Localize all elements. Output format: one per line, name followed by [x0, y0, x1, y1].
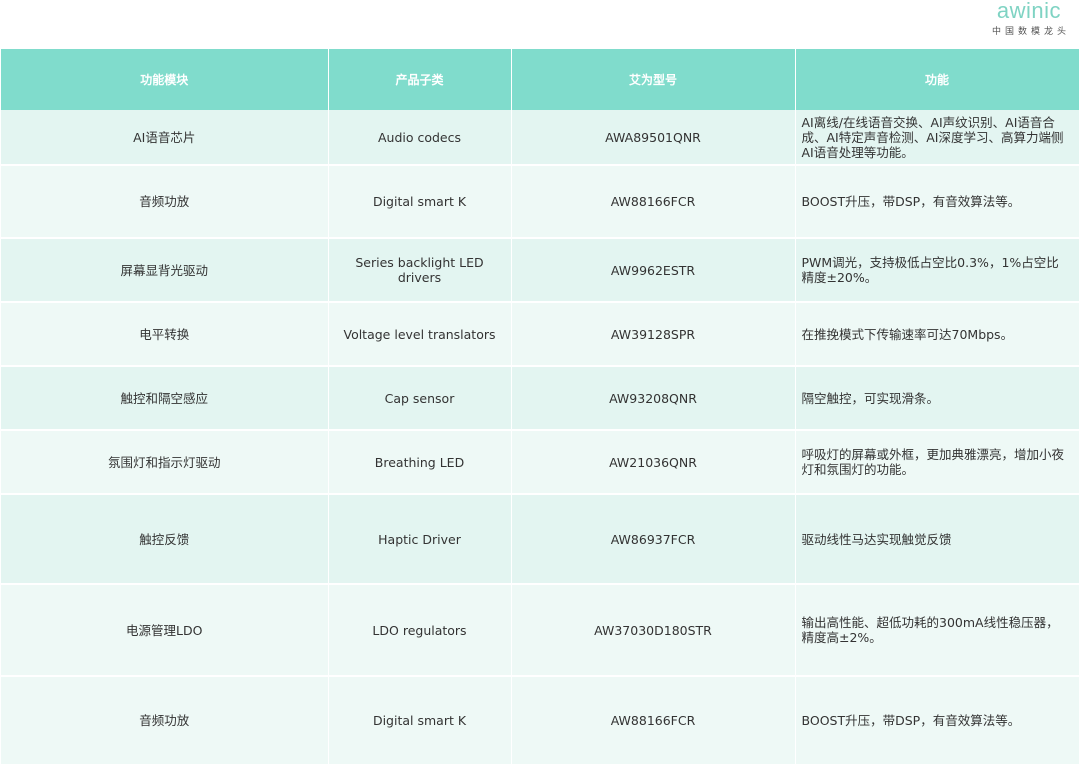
- cell-model: AW39128SPR: [511, 302, 796, 367]
- table-row: 音频功放 Digital smart K AW88166FCR BOOST升压，…: [1, 676, 1080, 766]
- cell-model: AW93208QNR: [511, 366, 796, 431]
- cell-function: 输出高性能、超低功耗的300mA线性稳压器，精度高±2%。: [795, 584, 1080, 677]
- cell-module: 触控反馈: [1, 494, 329, 585]
- header-module: 功能模块: [1, 49, 329, 110]
- cell-subclass: Audio codecs: [328, 110, 512, 166]
- cell-module: 电源管理LDO: [1, 584, 329, 677]
- cell-subclass: Voltage level translators: [328, 302, 512, 367]
- cell-module: 电平转换: [1, 302, 329, 367]
- cell-model: AW86937FCR: [511, 494, 796, 585]
- cell-module: 音频功放: [1, 676, 329, 766]
- cell-model: AW88166FCR: [511, 676, 796, 766]
- cell-model: AWA89501QNR: [511, 110, 796, 166]
- table-row: 氛围灯和指示灯驱动 Breathing LED AW21036QNR 呼吸灯的屏…: [1, 430, 1080, 495]
- header-subclass: 产品子类: [328, 49, 512, 110]
- cell-module: 音频功放: [1, 165, 329, 239]
- cell-model: AW88166FCR: [511, 165, 796, 239]
- cell-module: 氛围灯和指示灯驱动: [1, 430, 329, 495]
- cell-module: 触控和隔空感应: [1, 366, 329, 431]
- table-row: 电平转换 Voltage level translators AW39128SP…: [1, 302, 1080, 367]
- table-row: 触控和隔空感应 Cap sensor AW93208QNR 隔空触控，可实现滑条…: [1, 366, 1080, 431]
- brand-name: awinic: [996, 0, 1062, 23]
- cell-subclass: Digital smart K: [328, 165, 512, 239]
- cell-function: 隔空触控，可实现滑条。: [795, 366, 1080, 431]
- header-function: 功能: [795, 49, 1080, 110]
- cell-function: 呼吸灯的屏幕或外框，更加典雅漂亮，增加小夜灯和氛围灯的功能。: [795, 430, 1080, 495]
- cell-function: 在推挽模式下传输速率可达70Mbps。: [795, 302, 1080, 367]
- cell-subclass: Series backlight LED drivers: [328, 238, 512, 303]
- cell-subclass: LDO regulators: [328, 584, 512, 677]
- brand-logo: awinic 中国数模龙头: [992, 0, 1066, 37]
- cell-subclass: Digital smart K: [328, 676, 512, 766]
- cell-module: AI语音芯片: [1, 110, 329, 166]
- cell-subclass: Haptic Driver: [328, 494, 512, 585]
- table-row: 屏幕显背光驱动 Series backlight LED drivers AW9…: [1, 238, 1080, 303]
- cell-subclass: Cap sensor: [328, 366, 512, 431]
- cell-model: AW9962ESTR: [511, 238, 796, 303]
- header-model: 艾为型号: [511, 49, 796, 110]
- table-row: 电源管理LDO LDO regulators AW37030D180STR 输出…: [1, 584, 1080, 677]
- cell-model: AW37030D180STR: [511, 584, 796, 677]
- table-header-row: 功能模块 产品子类 艾为型号 功能: [1, 49, 1080, 110]
- table-row: 音频功放 Digital smart K AW88166FCR BOOST升压，…: [1, 165, 1080, 239]
- table-row: 触控反馈 Haptic Driver AW86937FCR 驱动线性马达实现触觉…: [1, 494, 1080, 585]
- cell-function: AI离线/在线语音交换、AI声纹识别、AI语音合成、AI特定声音检测、AI深度学…: [795, 110, 1080, 166]
- cell-function: BOOST升压，带DSP，有音效算法等。: [795, 165, 1080, 239]
- table-row: AI语音芯片 Audio codecs AWA89501QNR AI离线/在线语…: [1, 110, 1080, 166]
- product-table: 功能模块 产品子类 艾为型号 功能 AI语音芯片 Audio codecs AW…: [1, 49, 1080, 766]
- cell-model: AW21036QNR: [511, 430, 796, 495]
- cell-function: 驱动线性马达实现触觉反馈: [795, 494, 1080, 585]
- brand-subtitle: 中国数模龙头: [992, 27, 1071, 37]
- cell-function: PWM调光，支持极低占空比0.3%，1%占空比精度±20%。: [795, 238, 1080, 303]
- cell-subclass: Breathing LED: [328, 430, 512, 495]
- cell-module: 屏幕显背光驱动: [1, 238, 329, 303]
- cell-function: BOOST升压，带DSP，有音效算法等。: [795, 676, 1080, 766]
